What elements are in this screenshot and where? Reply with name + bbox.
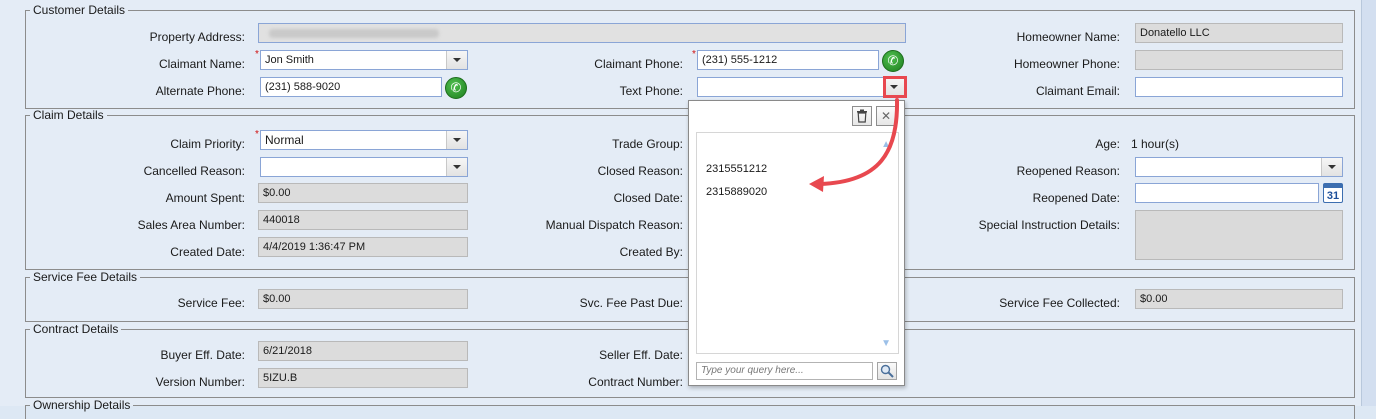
service-fee-label: Service Fee:	[177, 296, 245, 310]
required-marker: *	[255, 49, 259, 60]
ownership-details-legend: Ownership Details	[33, 398, 131, 412]
scroll-down-icon[interactable]: ▼	[881, 338, 891, 349]
claimant-phone-label: Claimant Phone:	[594, 57, 683, 71]
amount-spent-label: Amount Spent:	[165, 191, 245, 205]
service-fee-value: $0.00	[263, 293, 291, 305]
claim-priority-value: Normal	[265, 133, 304, 147]
claimant-name-label: Claimant Name:	[158, 57, 245, 71]
phone-icon[interactable]: ✆	[445, 77, 467, 99]
claim-priority-dropdown-button[interactable]	[446, 131, 467, 149]
window-right-edge	[1361, 0, 1376, 406]
reopened-date-field[interactable]	[1135, 183, 1319, 203]
search-input[interactable]: Type your query here...	[696, 362, 873, 380]
cancelled-reason-label: Cancelled Reason:	[143, 164, 245, 178]
calendar-icon-text: 31	[1326, 190, 1340, 202]
required-marker: *	[692, 49, 696, 60]
app-canvas: Customer Details Property Address: Claim…	[0, 0, 1376, 419]
claimant-phone-field[interactable]: (231) 555-1212	[697, 50, 879, 70]
homeowner-phone-field[interactable]	[1135, 50, 1343, 70]
claimant-email-label: Claimant Email:	[1035, 84, 1120, 98]
buyer-eff-date-value: 6/21/2018	[263, 345, 312, 357]
cancelled-reason-select[interactable]	[260, 157, 468, 177]
service-fee-legend: Service Fee Details	[33, 270, 138, 284]
created-date-label: Created Date:	[170, 245, 245, 259]
homeowner-name-label: Homeowner Name:	[1016, 30, 1120, 44]
special-instruction-label: Special Instruction Details:	[978, 218, 1120, 232]
homeowner-name-value: Donatello LLC	[1140, 27, 1210, 39]
list-item[interactable]: 2315889020	[706, 186, 767, 198]
created-date-field[interactable]: 4/4/2019 1:36:47 PM	[258, 237, 468, 257]
fee-collected-value: $0.00	[1140, 293, 1168, 305]
property-address-label: Property Address:	[149, 30, 245, 44]
customer-details-legend: Customer Details	[33, 3, 126, 17]
contract-number-label: Contract Number:	[588, 375, 683, 389]
buyer-eff-date-label: Buyer Eff. Date:	[160, 348, 246, 362]
annotation-arrow	[809, 98, 900, 192]
search-button[interactable]	[877, 362, 897, 380]
created-by-label: Created By:	[619, 245, 683, 259]
claim-priority-label: Claim Priority:	[170, 137, 245, 151]
homeowner-phone-label: Homeowner Phone:	[1013, 57, 1120, 71]
service-fee-field[interactable]: $0.00	[258, 289, 468, 309]
magnifier-icon	[880, 364, 894, 378]
sales-area-field[interactable]: 440018	[258, 210, 468, 230]
reopened-date-label: Reopened Date:	[1032, 191, 1120, 205]
property-address-redacted	[269, 29, 439, 38]
fee-collected-label: Service Fee Collected:	[999, 296, 1120, 310]
version-number-field[interactable]: 5IZU.B	[258, 368, 468, 388]
age-label: Age:	[1095, 137, 1120, 151]
cancelled-reason-dropdown-button[interactable]	[446, 158, 467, 176]
claimant-phone-value: (231) 555-1212	[702, 54, 778, 66]
claimant-name-value: Jon Smith	[265, 54, 314, 66]
alternate-phone-field[interactable]: (231) 588-9020	[260, 77, 442, 97]
special-instruction-field[interactable]	[1135, 210, 1343, 260]
amount-spent-field[interactable]: $0.00	[258, 183, 468, 203]
phone-icon[interactable]: ✆	[882, 50, 904, 72]
homeowner-name-field[interactable]: Donatello LLC	[1135, 23, 1343, 43]
buyer-eff-date-field[interactable]: 6/21/2018	[258, 341, 468, 361]
claimant-name-select[interactable]: Jon Smith	[260, 50, 468, 70]
fee-past-due-label: Svc. Fee Past Due:	[579, 296, 683, 310]
claimant-email-field[interactable]	[1135, 77, 1343, 97]
trade-group-label: Trade Group:	[612, 137, 683, 151]
sales-area-label: Sales Area Number:	[137, 218, 245, 232]
list-item[interactable]: 2315551212	[706, 163, 767, 175]
claimant-name-dropdown-button[interactable]	[446, 51, 467, 69]
reopened-reason-label: Reopened Reason:	[1016, 164, 1120, 178]
claim-priority-select[interactable]: Normal	[260, 130, 468, 150]
ownership-details-section: Ownership Details	[25, 398, 1355, 419]
version-number-label: Version Number:	[155, 375, 245, 389]
contract-details-legend: Contract Details	[33, 322, 119, 336]
amount-spent-value: $0.00	[263, 187, 291, 199]
seller-eff-date-label: Seller Eff. Date:	[599, 348, 683, 362]
manual-dispatch-label: Manual Dispatch Reason:	[545, 218, 683, 232]
alternate-phone-label: Alternate Phone:	[155, 84, 245, 98]
sales-area-value: 440018	[263, 214, 300, 226]
property-address-field[interactable]	[258, 23, 906, 43]
age-value: 1 hour(s)	[1131, 137, 1180, 151]
claim-details-legend: Claim Details	[33, 108, 104, 122]
version-number-value: 5IZU.B	[263, 372, 298, 384]
reopened-reason-dropdown-button[interactable]	[1321, 158, 1342, 176]
text-phone-label: Text Phone:	[619, 84, 683, 98]
calendar-icon[interactable]: 31	[1323, 183, 1343, 203]
reopened-reason-select[interactable]	[1135, 157, 1343, 177]
closed-date-label: Closed Date:	[613, 191, 683, 205]
closed-reason-label: Closed Reason:	[597, 164, 683, 178]
required-marker: *	[255, 129, 259, 140]
fee-collected-field[interactable]: $0.00	[1135, 289, 1343, 309]
created-date-value: 4/4/2019 1:36:47 PM	[263, 241, 366, 253]
alternate-phone-value: (231) 588-9020	[265, 81, 341, 93]
